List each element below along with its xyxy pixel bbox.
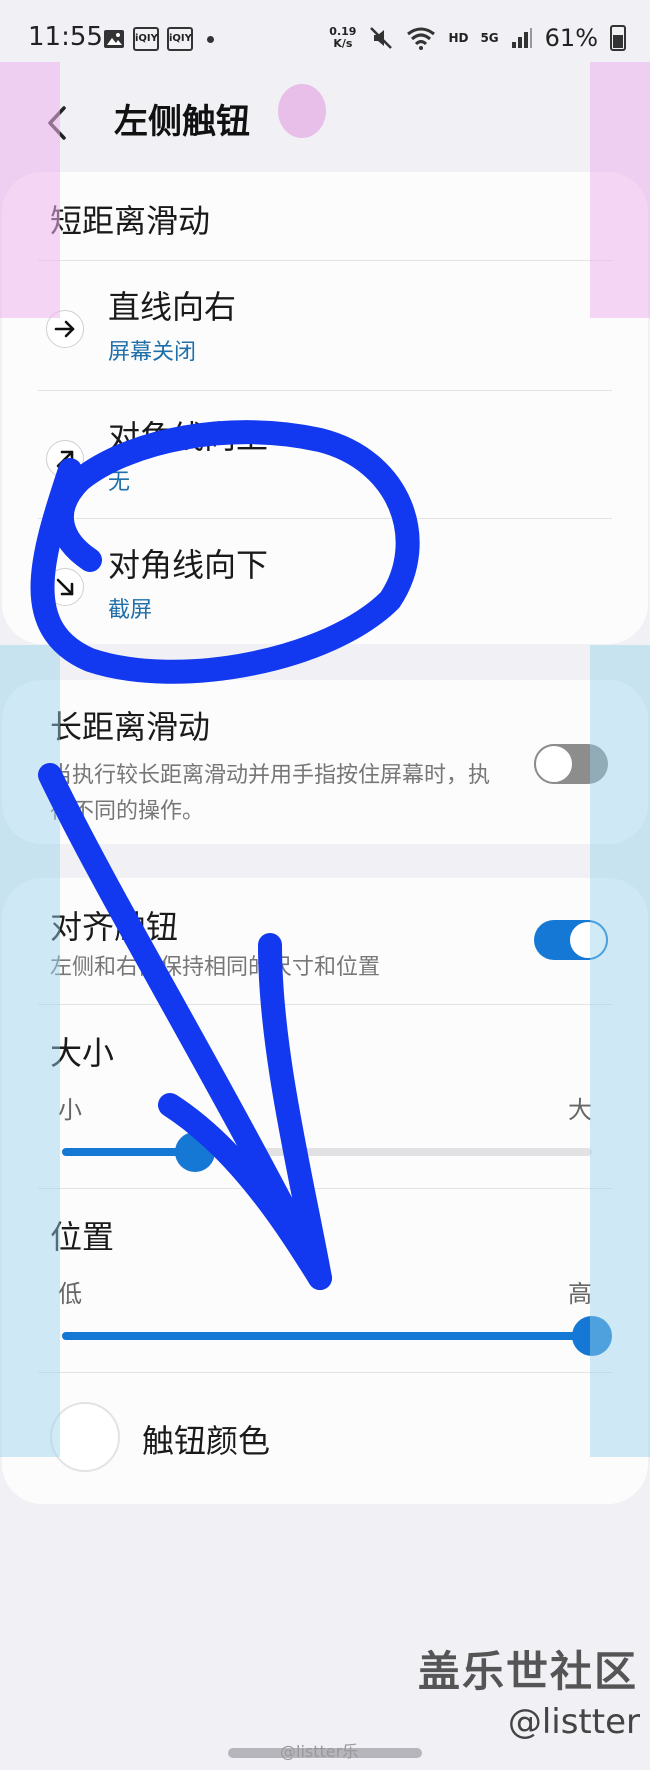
screen: 11:55 iQIY iQIY 0.19 K/s HD 5G 61% 左侧触钮 … (0, 0, 650, 1770)
annotation-drawing (30, 420, 420, 1290)
watermark-user: @listter (507, 1702, 640, 1742)
watermark-site: 盖乐世社区 (417, 1647, 638, 1696)
watermark-weibo: @listter乐 (280, 1742, 359, 1761)
annotation-circle (30, 420, 420, 684)
